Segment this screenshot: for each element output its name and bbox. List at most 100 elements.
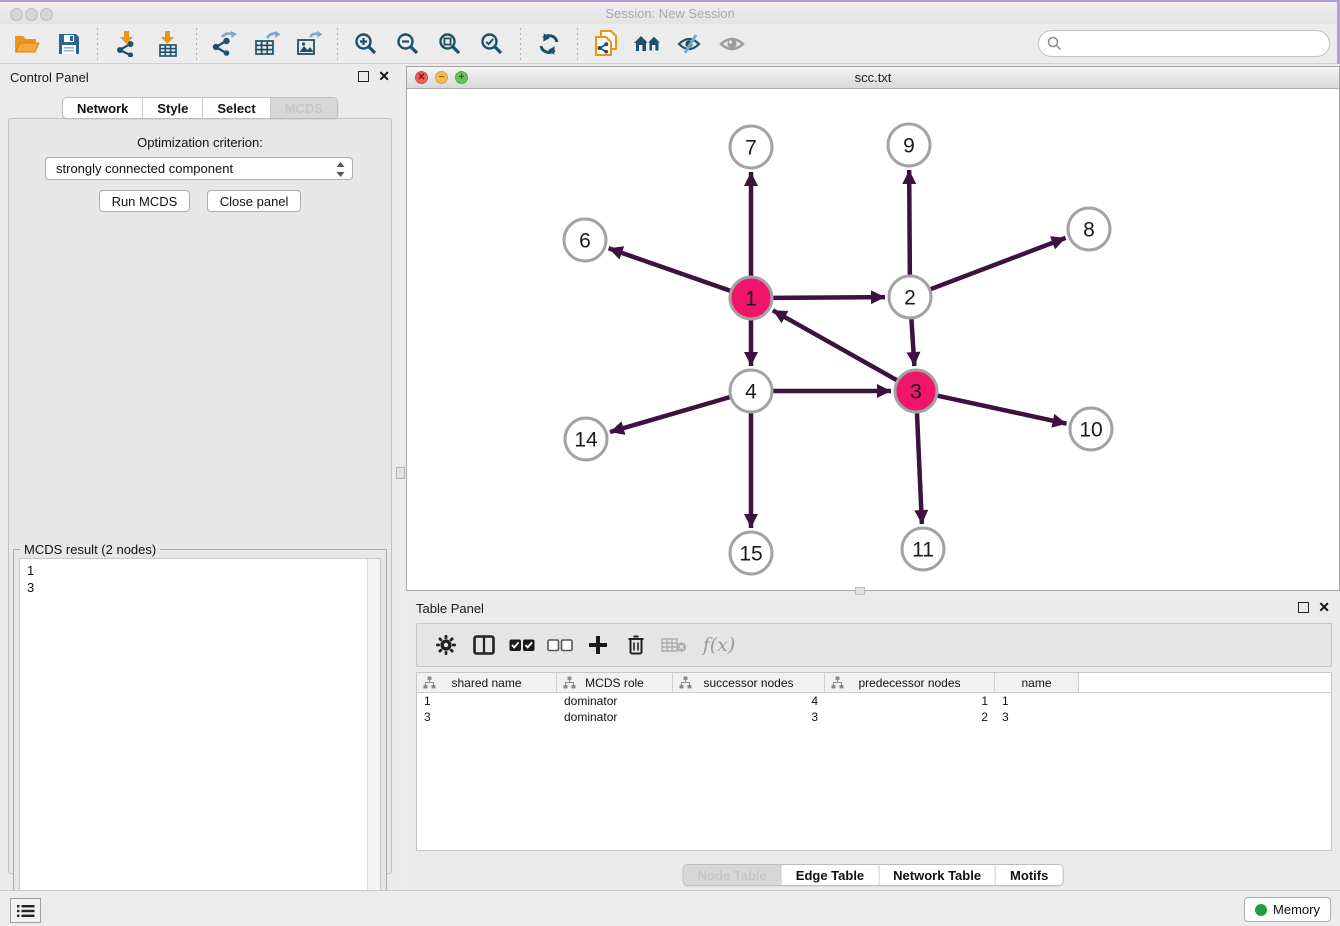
tab-edge-table[interactable]: Edge Table [782,865,879,885]
hide-graphics-details-icon[interactable] [673,27,707,61]
export-network-icon[interactable] [208,27,242,61]
node-label-2: 2 [904,286,916,309]
export-image-icon[interactable] [292,27,326,61]
optimization-criterion-select[interactable]: strongly connected component [45,157,353,180]
first-neighbors-icon[interactable] [631,27,665,61]
table-row[interactable]: 3dominator323 [417,709,1331,725]
task-history-button[interactable] [10,898,41,923]
memory-button[interactable]: Memory [1244,897,1331,922]
table-toolbar: f(x) [416,623,1332,667]
import-network-icon[interactable] [109,27,143,61]
table-cell: dominator [557,709,673,725]
network-window-title: scc.txt [407,70,1339,85]
column-header-mcds-role[interactable]: MCDS role [557,673,673,692]
table-row[interactable]: 1dominator411 [417,693,1331,709]
function-builder-icon: f(x) [697,630,741,660]
mcds-result-line: 3 [27,579,380,596]
tab-motifs[interactable]: Motifs [996,865,1062,885]
search-field[interactable] [1038,30,1330,57]
toolbar-separator [196,28,197,60]
toolbar-separator [337,28,338,60]
control-panel: Control Panel ✕ NetworkStyleSelectMCDS O… [0,64,400,890]
search-input[interactable] [1062,34,1329,54]
edge-2-3[interactable] [911,319,914,366]
mcds-result-title: MCDS result (2 nodes) [20,542,160,557]
tab-select[interactable]: Select [203,98,270,118]
node-label-4: 4 [745,380,757,403]
tab-network[interactable]: Network [63,98,143,118]
edge-3-1[interactable] [773,310,897,380]
table-body: 1dominator4113dominator323 [417,693,1331,725]
node-label-8: 8 [1083,218,1095,241]
hierarchy-icon [423,676,436,689]
zoom-fit-icon[interactable] [433,27,467,61]
tab-node-table[interactable]: Node Table [684,865,782,885]
node-label-11: 11 [912,538,934,561]
show-graphics-details-icon[interactable] [715,27,749,61]
vertical-splitter-handle[interactable] [396,467,405,479]
zoom-out-icon[interactable] [391,27,425,61]
network-graph: 7968124314101511 [407,89,1339,590]
table-cell: 1 [417,693,557,709]
table-cell: dominator [557,693,673,709]
main-toolbar [0,24,1340,64]
export-table-icon[interactable] [250,27,284,61]
float-table-panel-icon[interactable] [1298,602,1309,613]
zoom-in-icon[interactable] [349,27,383,61]
column-header-name[interactable]: name [995,673,1079,692]
node-label-15: 15 [739,542,762,565]
close-table-panel-icon[interactable]: ✕ [1318,602,1330,613]
mcds-pane: Optimization criterion: strongly connect… [8,118,392,874]
table-cell: 3 [995,709,1079,725]
edge-3-10[interactable] [937,396,1066,424]
horizontal-splitter-handle[interactable] [855,587,865,595]
zoom-selected-icon[interactable] [475,27,509,61]
network-canvas[interactable]: 7968124314101511 [407,89,1339,590]
deselect-all-icon[interactable] [545,630,575,660]
toolbar-separator [97,28,98,60]
tab-network-table[interactable]: Network Table [879,865,996,885]
hierarchy-icon [679,676,692,689]
close-panel-icon[interactable]: ✕ [378,71,390,82]
gear-icon[interactable] [431,630,461,660]
table-cell: 3 [673,709,825,725]
open-session-icon[interactable] [10,27,44,61]
scrollbar-track[interactable] [367,559,380,920]
tab-style[interactable]: Style [143,98,203,118]
edge-2-9[interactable] [909,170,910,275]
table-header: shared nameMCDS rolesuccessor nodesprede… [417,673,1331,693]
network-view-window: ✕ − + scc.txt 7968124314101511 [406,66,1340,591]
clone-network-icon[interactable] [589,27,623,61]
column-header-predecessor-nodes[interactable]: predecessor nodes [825,673,995,692]
node-label-14: 14 [574,428,598,451]
select-all-icon[interactable] [507,630,537,660]
edge-4-14[interactable] [610,397,730,432]
table-tabs: Node TableEdge TableNetwork TableMotifs [683,864,1064,886]
close-panel-button[interactable]: Close panel [207,190,302,212]
node-table[interactable]: shared nameMCDS rolesuccessor nodesprede… [416,672,1332,851]
edge-1-6[interactable] [609,248,731,290]
hierarchy-icon [563,676,576,689]
mcds-result-list[interactable]: 13 [19,558,381,921]
column-header-successor-nodes[interactable]: successor nodes [673,673,825,692]
add-column-icon[interactable] [583,630,613,660]
float-panel-icon[interactable] [358,71,369,82]
edge-2-8[interactable] [931,238,1066,289]
desktop-edge [0,0,1340,2]
table-cell: 4 [673,693,825,709]
window-titlebar: Session: New Session [0,2,1340,24]
control-panel-tabs: NetworkStyleSelectMCDS [62,97,338,119]
delete-icon[interactable] [621,630,651,660]
select-arrows-icon [336,162,345,177]
delete-table-icon [659,630,689,660]
tab-mcds[interactable]: MCDS [271,98,337,118]
save-session-icon[interactable] [52,27,86,61]
refresh-layout-icon[interactable] [532,27,566,61]
run-mcds-button[interactable]: Run MCDS [99,190,191,212]
edge-3-11[interactable] [917,413,922,524]
split-columns-icon[interactable] [469,630,499,660]
node-label-7: 7 [745,136,757,159]
edge-1-2[interactable] [773,297,885,298]
column-header-shared-name[interactable]: shared name [417,673,557,692]
import-table-icon[interactable] [151,27,185,61]
